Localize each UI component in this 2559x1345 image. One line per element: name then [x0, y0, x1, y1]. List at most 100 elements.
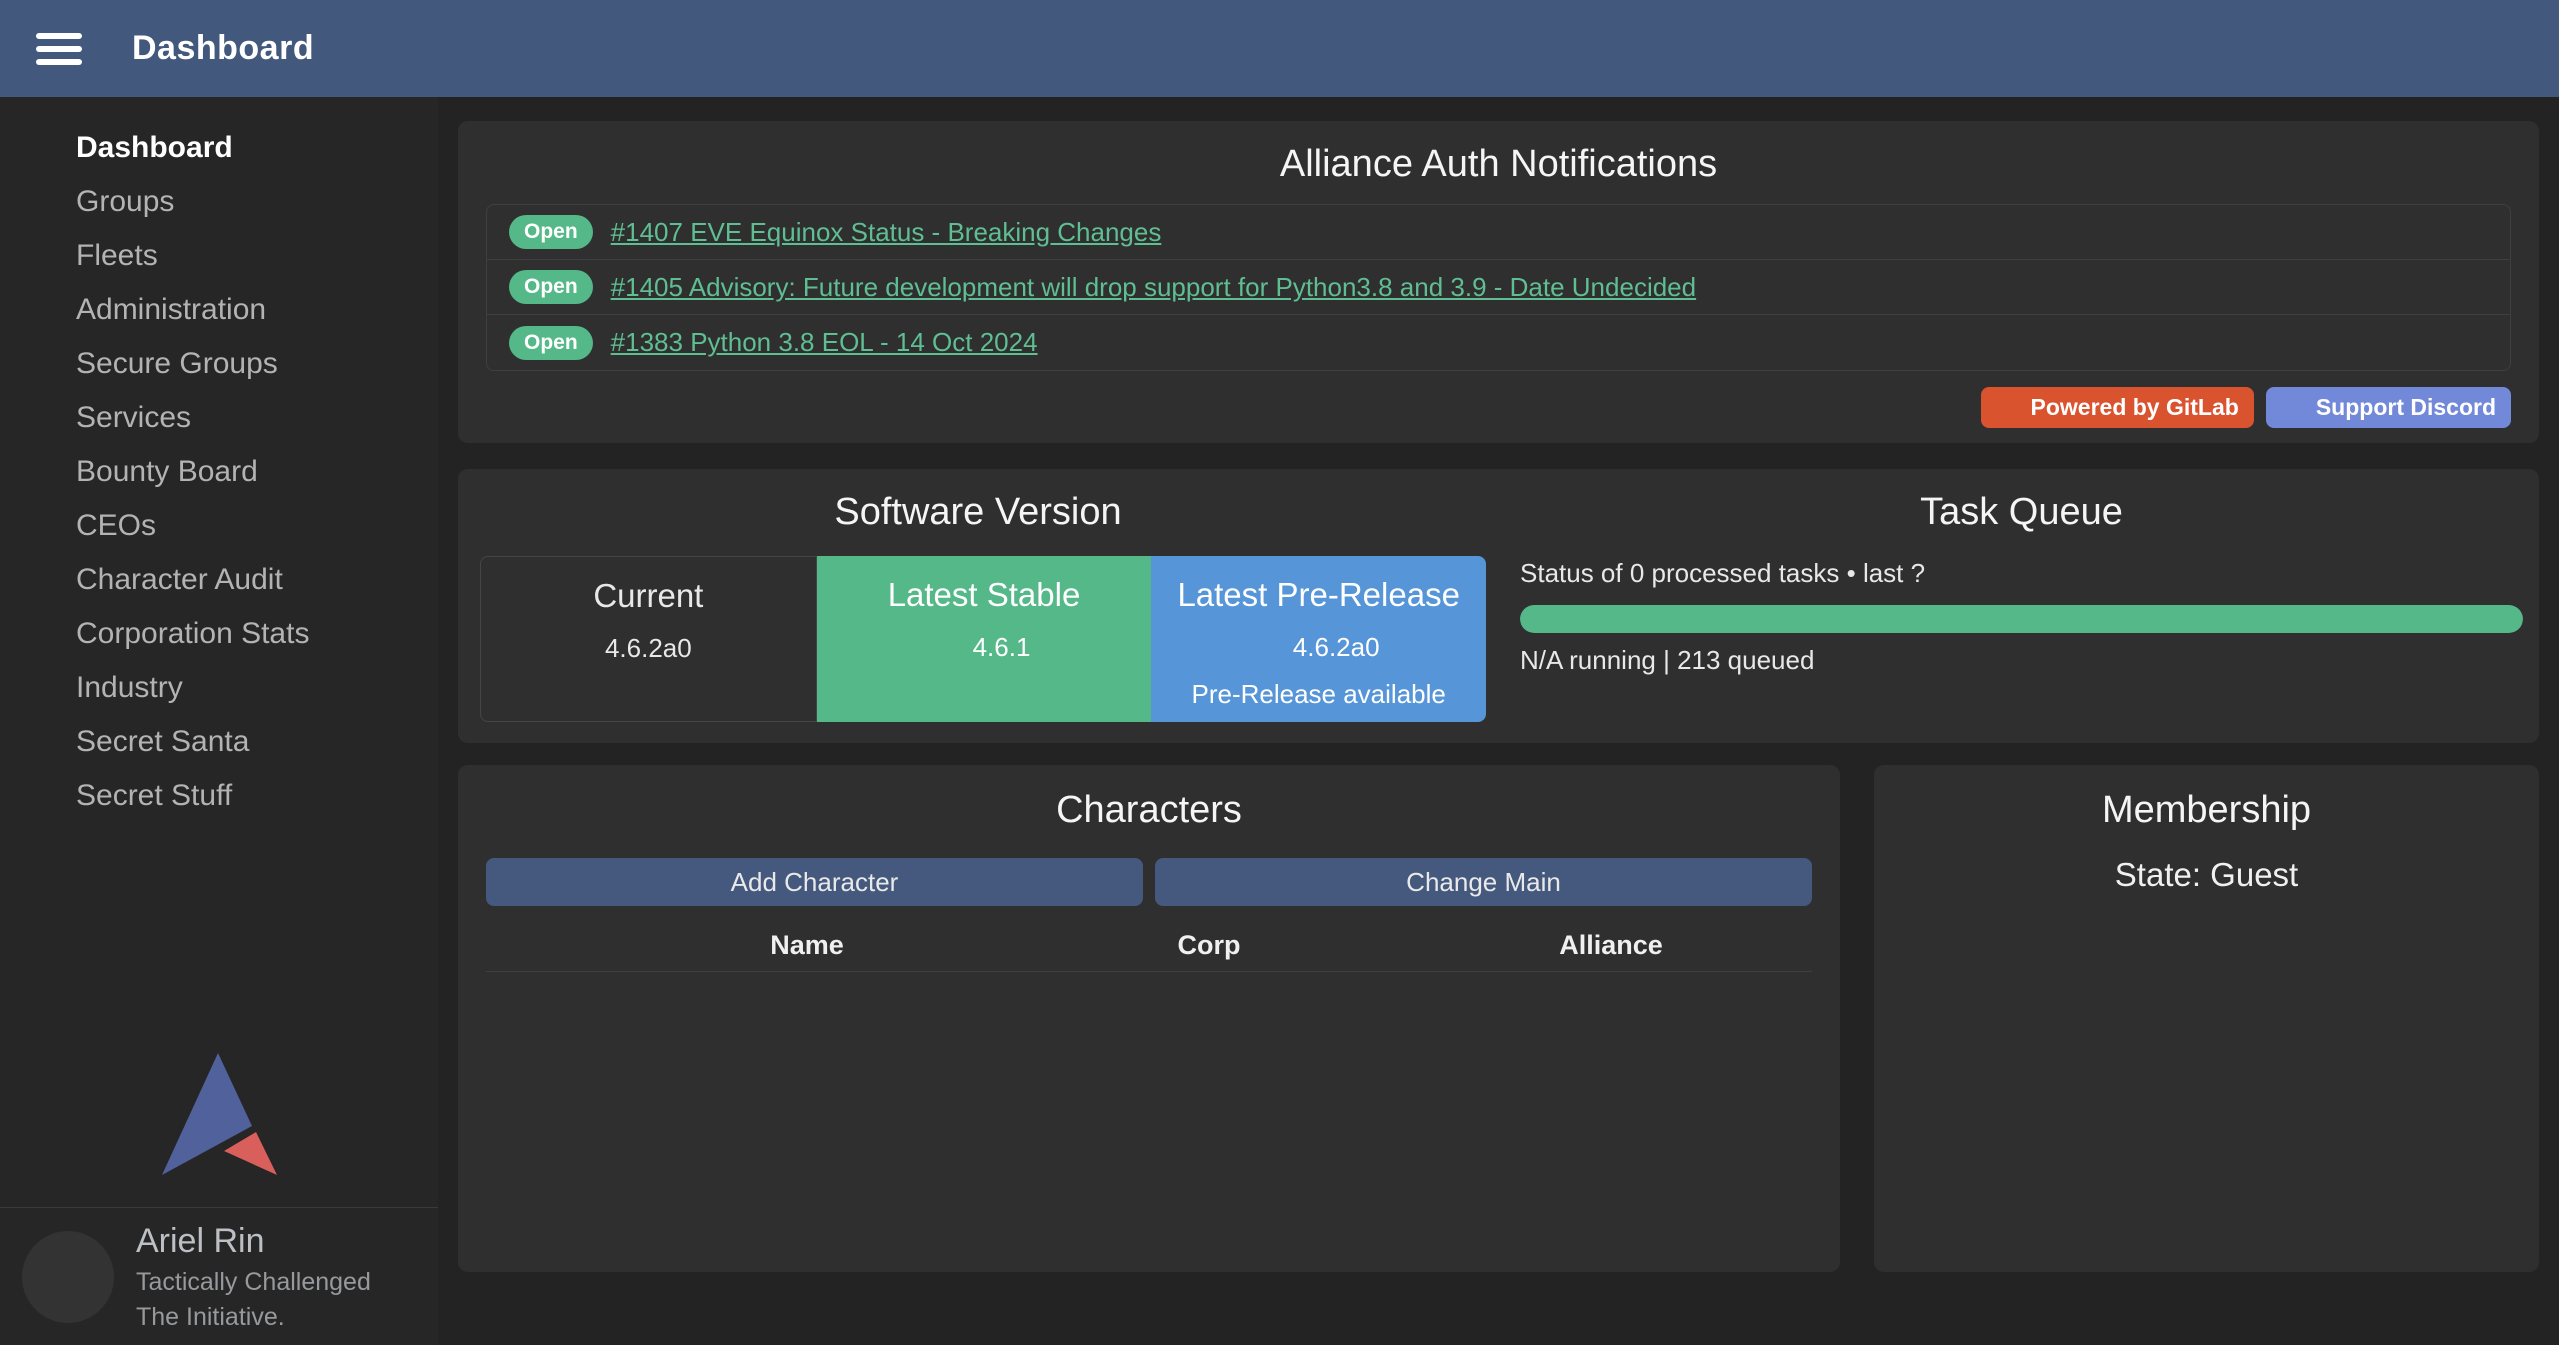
task-queue-status: Status of 0 processed tasks • last ? — [1520, 558, 2523, 589]
main-content: Alliance Auth Notifications Open #1407 EV… — [438, 97, 2559, 1345]
version-box-prerelease: Latest Pre-Release 4.6.2a0 Pre-Release a… — [1151, 556, 1486, 722]
column-header: Name — [606, 930, 1008, 961]
shop-icon — [28, 455, 62, 489]
status-panel: Software Version Current 4.6.2a0 Latest … — [458, 469, 2539, 743]
notification-link[interactable]: #1407 EVE Equinox Status - Breaking Chan… — [611, 217, 1162, 248]
notifications-panel: Alliance Auth Notifications Open #1407 EV… — [458, 121, 2539, 443]
gifts-icon — [28, 725, 62, 759]
user-lock-icon — [28, 347, 62, 381]
alliance-auth-logo — [0, 1053, 438, 1207]
column-header: Alliance — [1410, 930, 1812, 961]
sidebar-item-administration[interactable]: Administration — [0, 283, 438, 337]
notifications-title: Alliance Auth Notifications — [486, 143, 2511, 186]
column-header: Corp — [1008, 930, 1410, 961]
sidebar-item-fleets[interactable]: Fleets — [0, 229, 438, 283]
sidebar-item-label: Corporation Stats — [76, 617, 309, 651]
membership-state: State: Guest — [1894, 856, 2519, 894]
discord-icon — [2281, 395, 2307, 421]
sidebar-nav: Dashboard Groups Fleets Administration Secur… — [0, 97, 438, 823]
membership-panel: Membership State: Guest — [1874, 765, 2539, 1272]
bottom-row: Characters Add Character Change Main Nam… — [458, 765, 2539, 1272]
chevron-down-icon — [394, 296, 422, 324]
characters-title: Characters — [486, 789, 1812, 832]
chevron-down-icon — [394, 242, 422, 270]
version-box-stable: Latest Stable 4.6.1 — [817, 556, 1152, 722]
plus-icon[interactable] — [2357, 34, 2387, 64]
sidebar-item-bounty-board[interactable]: Bounty Board — [0, 445, 438, 499]
notifications-list: Open #1407 EVE Equinox Status - Breaking … — [486, 204, 2511, 371]
task-queue-section: Task Queue Status of 0 processed tasks •… — [1498, 491, 2539, 743]
sidebar-item-label: Groups — [76, 185, 174, 219]
notification-link[interactable]: #1383 Python 3.8 EOL - 14 Oct 2024 — [611, 327, 1038, 358]
characters-table-header: NameCorpAlliance — [486, 920, 1812, 972]
sidebar-item-label: Fleets — [76, 239, 158, 273]
page-title: Dashboard — [132, 29, 314, 68]
stable-version: 4.6.1 — [973, 632, 1031, 663]
notifications-footer: Powered by GitLab Support Discord — [486, 387, 2511, 428]
task-progress-fill — [1520, 605, 2523, 633]
sidebar-item-services[interactable]: Services — [0, 391, 438, 445]
eye-icon — [28, 563, 62, 597]
notification-row: Open #1407 EVE Equinox Status - Breaking … — [487, 205, 2510, 260]
current-version: 4.6.2a0 — [605, 633, 692, 664]
notification-link[interactable]: #1405 Advisory: Future development will … — [611, 272, 1696, 303]
change-main-button[interactable]: Change Main — [1155, 858, 1812, 906]
navbar-actions — [2357, 32, 2519, 66]
menu-toggle-icon[interactable] — [36, 26, 82, 72]
stable-label: Latest Stable — [817, 576, 1152, 614]
software-version-section: Software Version Current 4.6.2a0 Latest … — [458, 491, 1498, 743]
powered-by-gitlab-badge[interactable]: Powered by GitLab — [1981, 387, 2254, 428]
sidebar-item-dashboard[interactable]: Dashboard — [0, 121, 438, 175]
status-badge: Open — [509, 215, 593, 249]
shuffle-icon[interactable] — [2421, 34, 2451, 64]
prerelease-note: Pre-Release available — [1151, 679, 1486, 710]
chevron-down-icon — [394, 512, 422, 540]
corp-logo-badge — [14, 1281, 62, 1329]
folder-icon — [28, 509, 62, 543]
sidebar-item-label: CEOs — [76, 509, 156, 543]
gears-icon — [28, 293, 62, 327]
sidebar-item-corporation-stats[interactable]: Corporation Stats — [0, 607, 438, 661]
dashboard-icon — [28, 131, 62, 165]
sidebar-item-label: Services — [76, 401, 191, 435]
sidebar-item-groups[interactable]: Groups — [0, 175, 438, 229]
hammer-icon — [28, 671, 62, 705]
top-navbar: Dashboard — [0, 0, 2559, 97]
user-avatar — [22, 1231, 114, 1323]
prerelease-label: Latest Pre-Release — [1151, 576, 1486, 614]
sidebar-item-label: Bounty Board — [76, 455, 258, 489]
bell-icon[interactable] — [2485, 32, 2519, 66]
prerelease-version: 4.6.2a0 — [1293, 632, 1380, 663]
gear-icon[interactable] — [376, 1259, 412, 1295]
characters-panel: Characters Add Character Change Main Nam… — [458, 765, 1840, 1272]
chevron-down-icon — [394, 782, 422, 810]
sidebar-item-secure-groups[interactable]: Secure Groups — [0, 337, 438, 391]
gitlab-badge-label: Powered by GitLab — [2031, 394, 2239, 421]
discord-badge-label: Support Discord — [2316, 394, 2496, 421]
notification-row: Open#1405 Advisory: Future development w… — [487, 260, 2510, 315]
user-corporation: Tactically Challenged — [136, 1267, 371, 1298]
sidebar-item-character-audit[interactable]: Character Audit — [0, 553, 438, 607]
chevron-down-icon — [394, 674, 422, 702]
sidebar-item-ceos[interactable]: CEOs — [0, 499, 438, 553]
sidebar-item-secret-santa[interactable]: Secret Santa — [0, 715, 438, 769]
sidebar-item-secret-stuff[interactable]: Secret Stuff — [0, 769, 438, 823]
status-badge: Open — [509, 326, 593, 360]
gitlab-icon — [1258, 634, 1286, 662]
task-queue-counts: N/A running | 213 queued — [1520, 645, 2523, 676]
support-discord-badge[interactable]: Support Discord — [2266, 387, 2511, 428]
sidebar-item-label: Character Audit — [76, 563, 283, 597]
gitlab-icon — [1996, 395, 2022, 421]
version-boxes: Current 4.6.2a0 Latest Stable 4.6.1 Late… — [480, 556, 1486, 722]
user-panel: Ariel Rin Tactically Challenged The Init… — [0, 1207, 438, 1345]
sidebar-item-industry[interactable]: Industry — [0, 661, 438, 715]
share-icon — [28, 617, 62, 651]
sidebar-item-label: Administration — [76, 293, 266, 327]
sidebar-item-label: Industry — [76, 671, 183, 705]
user-alliance: The Initiative. — [136, 1302, 371, 1333]
eye-icon — [28, 779, 62, 813]
gears-icon — [28, 401, 62, 435]
user-icon — [28, 185, 62, 219]
alliance-logo-badge — [80, 1287, 126, 1333]
add-character-button[interactable]: Add Character — [486, 858, 1143, 906]
